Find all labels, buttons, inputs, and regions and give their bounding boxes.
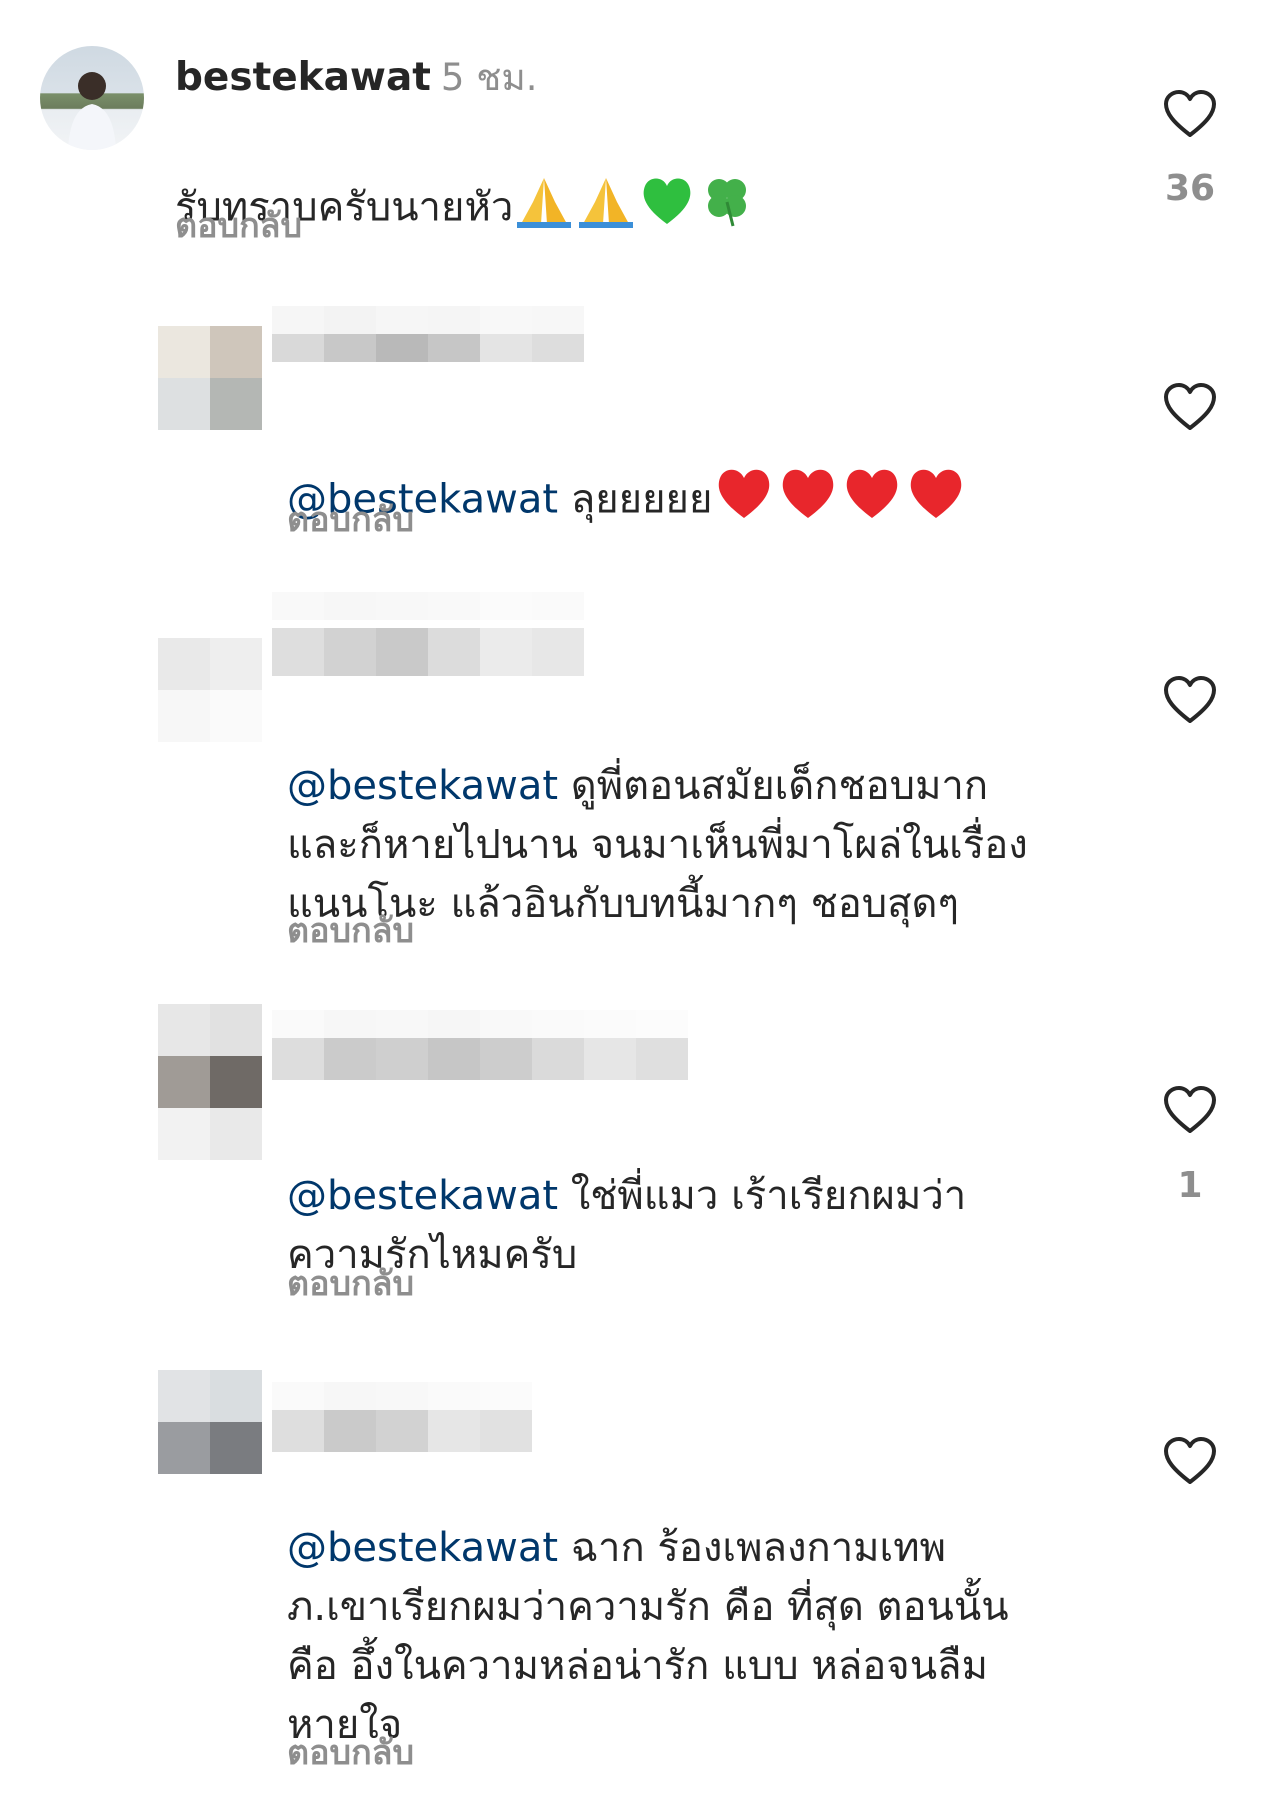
like-count: 1 [1177,1165,1203,1206]
red-heart-icon [712,463,776,540]
heart-icon [1164,676,1216,723]
red-heart-icon [840,463,904,540]
comment-text: @bestekawat ฉาก ร้องเพลงกามเทพ ภ.เขาเรีย… [287,1460,1009,1755]
like-button[interactable] [1163,675,1217,729]
timestamp: 5 ชม. [440,56,538,99]
heart-icon [1164,383,1216,430]
username[interactable]: bestekawat [175,55,431,100]
reply-button[interactable]: ตอบกลับ [175,198,302,252]
reply-button[interactable]: ตอบกลับ [287,1256,414,1310]
avatar-lower [158,1108,262,1160]
username-blurred[interactable] [272,592,584,676]
reply-button[interactable]: ตอบกลับ [287,903,414,957]
heart-icon [1164,1086,1216,1133]
username-blurred[interactable] [272,1010,688,1080]
green-heart-icon [637,172,697,247]
avatar[interactable] [158,1370,262,1474]
avatar[interactable] [158,1004,262,1108]
reply-button[interactable]: ตอบกลับ [287,492,414,546]
folded-hands-icon [575,172,637,247]
red-heart-icon [776,463,840,540]
like-button[interactable] [1163,1085,1217,1139]
username-blurred[interactable] [272,1382,532,1452]
heart-icon [1164,90,1216,137]
like-button[interactable] [1163,382,1217,436]
like-button[interactable] [1163,1436,1217,1490]
mention-link[interactable]: @bestekawat [287,1525,558,1571]
four-leaf-clover-icon [697,172,757,247]
comment-body: ลุยยยยย [558,476,713,523]
like-count: 36 [1164,168,1216,209]
avatar[interactable] [158,326,262,430]
avatar[interactable] [40,46,144,150]
folded-hands-icon [513,172,575,247]
mention-link[interactable]: @bestekawat [287,1173,558,1219]
like-button[interactable] [1163,89,1217,143]
heart-icon [1164,1437,1216,1484]
red-heart-icon [904,463,968,540]
username-blurred[interactable] [272,306,584,362]
reply-button[interactable]: ตอบกลับ [287,1725,414,1779]
avatar[interactable] [158,638,262,742]
comment-text: @bestekawat ดูพี่ตอนสมัยเด็กชอบมาก และก็… [287,698,1028,934]
mention-link[interactable]: @bestekawat [287,763,558,809]
comment-header: bestekawat 5 ชม. [175,48,538,107]
